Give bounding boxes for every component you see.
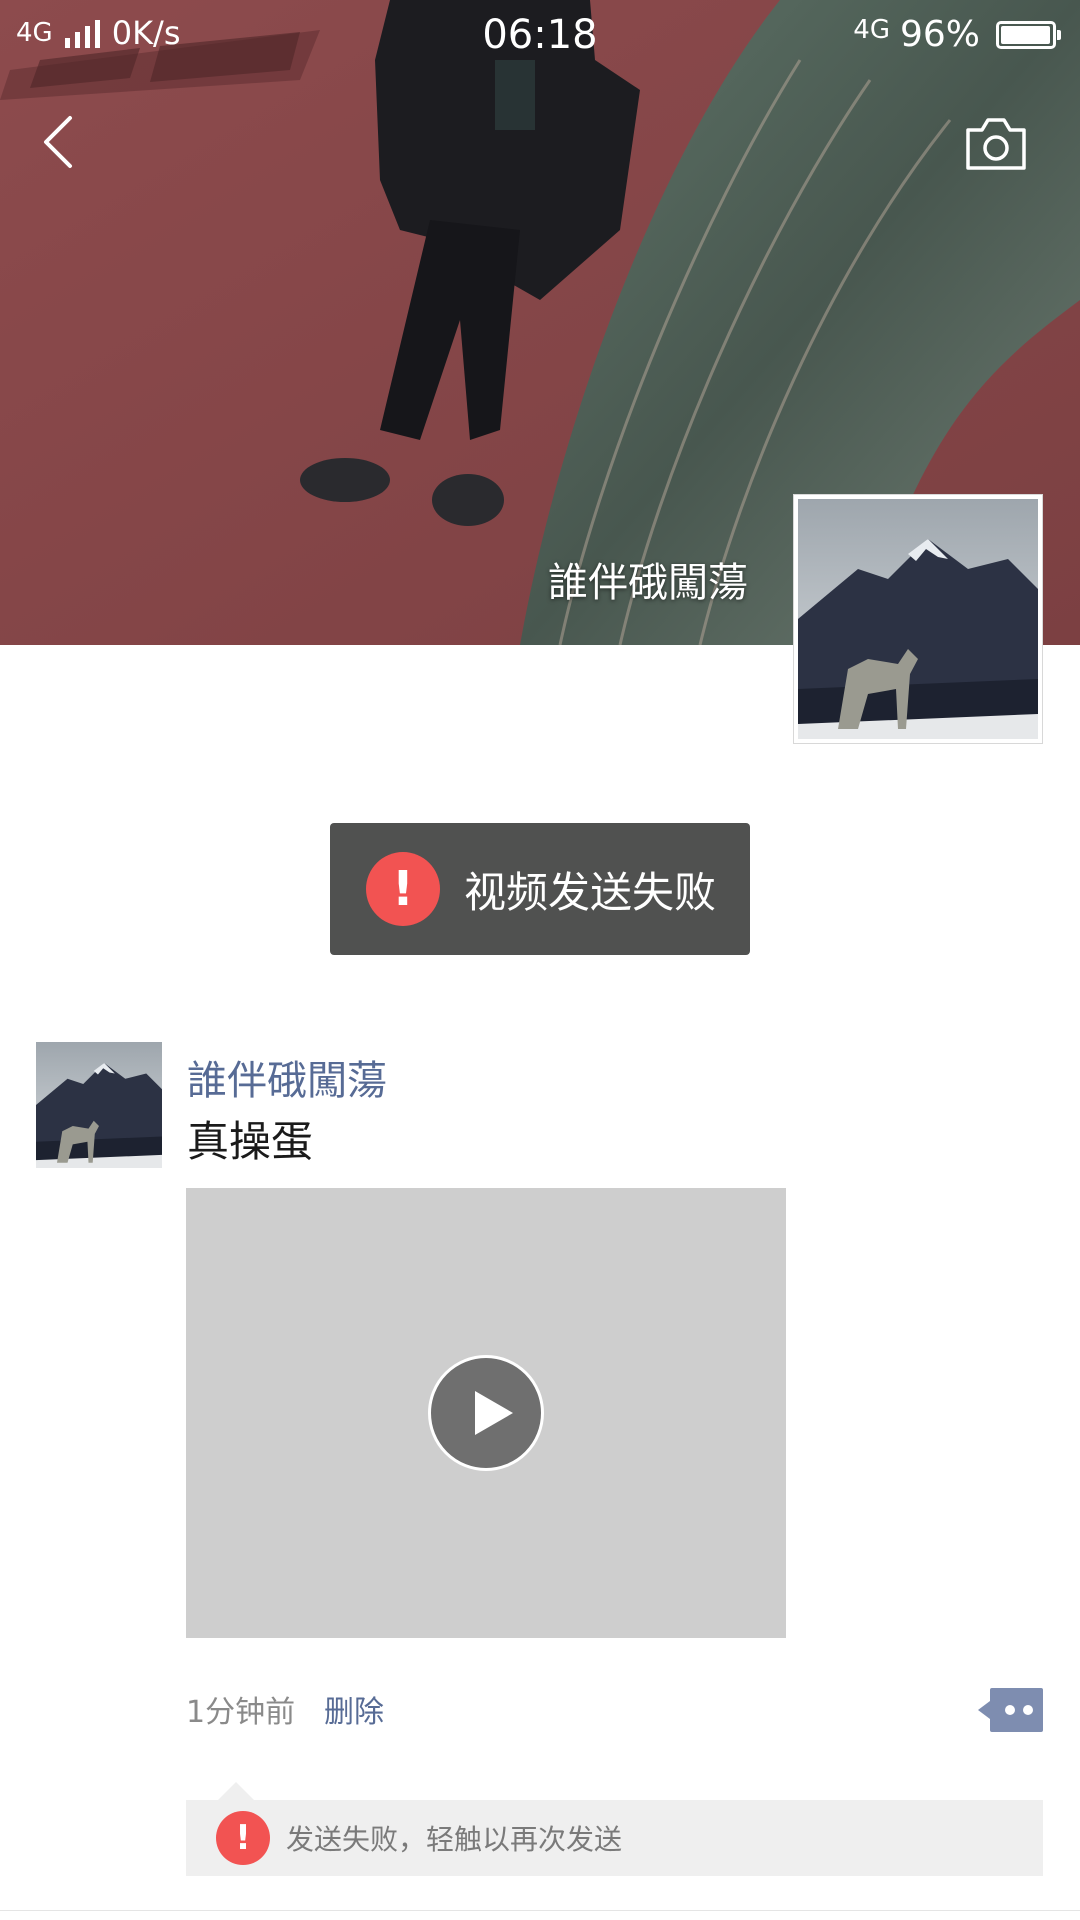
post-text: 真操蛋 [187,1117,314,1166]
status-right: 4G 96% [853,14,1061,55]
post-timestamp: 1分钟前 [186,1695,296,1730]
battery-icon [996,20,1061,49]
resend-bar[interactable]: ! 发送失败，轻触以再次发送 [186,1782,1043,1876]
video-thumbnail[interactable] [186,1188,786,1638]
toast-message: 视频发送失败 [464,867,717,917]
post-author-avatar[interactable] [36,1042,162,1168]
post-author-name[interactable]: 誰伴硪闖蕩 [187,1048,387,1106]
more-icon [990,1688,1043,1732]
delete-button[interactable]: 删除 [324,1687,384,1731]
camera-icon [966,118,1026,170]
resend-message: 发送失败，轻触以再次发送 [286,1823,623,1856]
chevron-left-icon [44,116,72,168]
play-icon[interactable] [428,1355,544,1471]
error-toast: ! 视频发送失败 [330,823,750,955]
error-icon: ! [216,1811,270,1865]
avatar-image [798,499,1038,739]
profile-name: 誰伴硪闖蕩 [548,560,748,606]
status-bar: 4G 0K/s 06:18 4G 96% [0,0,1080,75]
error-icon: ! [366,852,440,926]
back-button[interactable] [34,112,84,172]
divider [0,1910,1080,1911]
camera-button[interactable] [964,116,1028,172]
more-icon-tip [978,1701,990,1719]
moments-page: 4G 0K/s 06:18 4G 96% 誰伴硪闖蕩 ! 视频发送失败 誰伴硪闖… [0,0,1080,1920]
network-type-right: 4G [853,14,890,45]
more-dot [1005,1705,1015,1715]
battery-percent: 96% [899,14,980,55]
more-dot [1023,1705,1033,1715]
profile-avatar[interactable] [793,494,1043,744]
avatar-image [36,1042,162,1168]
comment-menu-button[interactable] [978,1688,1043,1732]
